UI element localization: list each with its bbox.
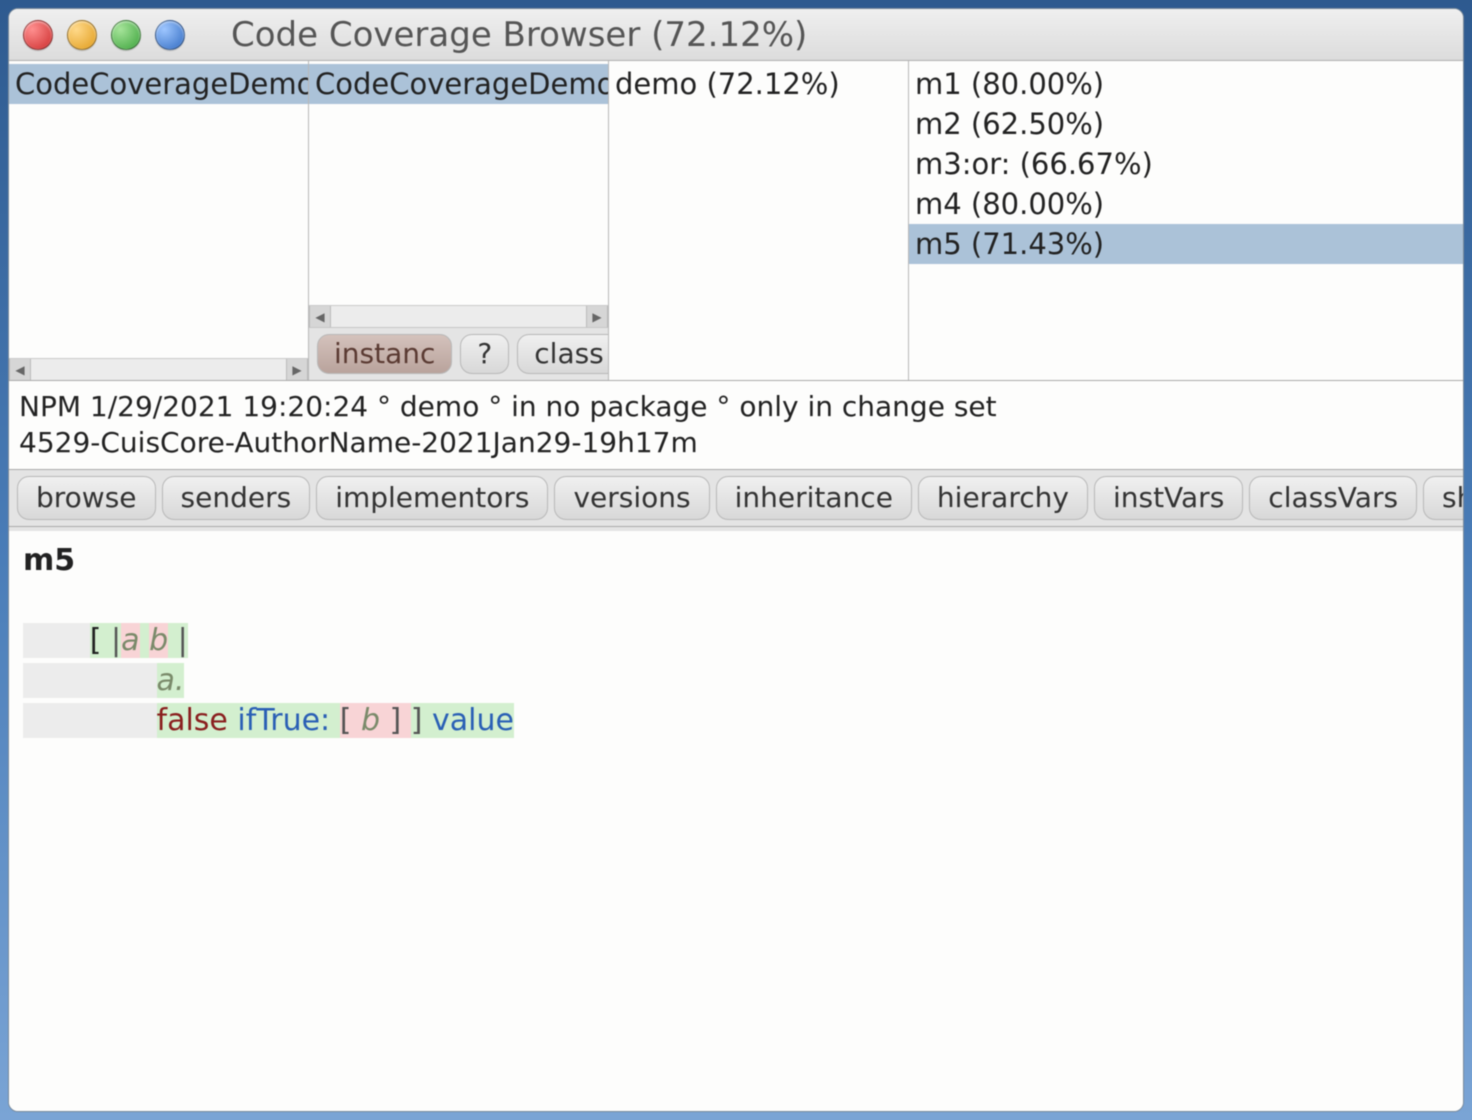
category-list[interactable]: demo (72.12%) [609, 61, 908, 380]
list-item[interactable]: CodeCoverageDemo [9, 64, 308, 104]
code-pane[interactable]: m5 [ |a b | a. false ifTrue: [ b ] ] val… [9, 527, 1463, 1111]
instvars-button[interactable]: instVars [1094, 476, 1243, 520]
close-bracket: ] [411, 703, 423, 738]
annotation-bar: NPM 1/29/2021 19:20:24 ° demo ° in no pa… [9, 381, 1463, 470]
inner-open: [ [340, 703, 361, 738]
maximize-icon[interactable] [111, 20, 141, 50]
hierarchy-button[interactable]: hierarchy [918, 476, 1088, 520]
annotation-line-2: 4529-CuisCore-AuthorName-2021Jan29-19h17… [19, 425, 1453, 461]
package-list[interactable]: CodeCoverageDemo [9, 61, 308, 358]
method-list[interactable]: m1 (80.00%) m2 (62.50%) m3:or: (66.67%) … [909, 61, 1463, 380]
class-list[interactable]: CodeCoverageDemo [309, 61, 608, 305]
var-a: a [121, 623, 139, 658]
code-line: a. [23, 661, 1449, 701]
classvars-button[interactable]: classVars [1249, 476, 1417, 520]
method-name: m5 [23, 541, 1449, 581]
browse-button[interactable]: browse [17, 476, 156, 520]
list-item[interactable]: m3:or: (66.67%) [909, 144, 1463, 184]
scroll-right-icon[interactable]: ▶ [286, 359, 308, 380]
category-pane: demo (72.12%) [609, 61, 909, 380]
class-button[interactable]: class [517, 334, 609, 374]
kw-iftrue: ifTrue: [228, 703, 340, 738]
minimize-icon[interactable] [67, 20, 97, 50]
code-line: [ |a b | [23, 621, 1449, 661]
titlebar: Code Coverage Browser (72.12%) [9, 9, 1463, 61]
class-switch: instanc ? class [309, 327, 608, 380]
list-item[interactable]: demo (72.12%) [609, 64, 908, 104]
h-scrollbar[interactable]: ◀ ▶ [309, 305, 608, 327]
help-button[interactable]: ? [460, 334, 509, 374]
kw-value: value [422, 703, 513, 738]
list-item[interactable]: m5 (71.43%) [909, 224, 1463, 264]
annotation-line-1: NPM 1/29/2021 19:20:24 ° demo ° in no pa… [19, 389, 1453, 425]
code-line [23, 581, 1449, 621]
package-pane: CodeCoverageDemo ◀ ▶ [9, 61, 309, 380]
scroll-track[interactable] [31, 359, 286, 380]
scroll-left-icon[interactable]: ◀ [9, 359, 31, 380]
code-coverage-window: Code Coverage Browser (72.12%) CodeCover… [8, 8, 1464, 1112]
list-item[interactable]: CodeCoverageDemo [309, 64, 608, 104]
implementors-button[interactable]: implementors [316, 476, 548, 520]
senders-button[interactable]: senders [162, 476, 311, 520]
var-b: b [149, 623, 168, 658]
versions-button[interactable]: versions [554, 476, 709, 520]
menu-icon[interactable] [155, 20, 185, 50]
window-title: Code Coverage Browser (72.12%) [199, 15, 1449, 55]
pipe: | [168, 623, 188, 658]
pipe: | [111, 623, 121, 658]
show-button[interactable]: show... [1423, 476, 1464, 520]
scroll-right-icon[interactable]: ▶ [586, 306, 608, 327]
scroll-left-icon[interactable]: ◀ [309, 306, 331, 327]
kw-false: false [157, 703, 228, 738]
close-icon[interactable] [23, 20, 53, 50]
class-pane: CodeCoverageDemo ◀ ▶ instanc ? class [309, 61, 609, 380]
list-item[interactable]: m2 (62.50%) [909, 104, 1463, 144]
list-item[interactable]: m4 (80.00%) [909, 184, 1463, 224]
browser-panes: CodeCoverageDemo ◀ ▶ CodeCoverageDemo ◀ … [9, 61, 1463, 381]
var-a: a. [157, 663, 185, 698]
open-bracket: [ [90, 623, 111, 658]
instance-button[interactable]: instanc [317, 334, 452, 374]
method-pane: m1 (80.00%) m2 (62.50%) m3:or: (66.67%) … [909, 61, 1463, 380]
inheritance-button[interactable]: inheritance [716, 476, 912, 520]
h-scrollbar[interactable]: ◀ ▶ [9, 358, 308, 380]
code-line: false ifTrue: [ b ] ] value [23, 701, 1449, 741]
var-b: b [361, 703, 380, 738]
inner-close: ] [380, 703, 411, 738]
scroll-track[interactable] [331, 306, 586, 327]
list-item[interactable]: m1 (80.00%) [909, 64, 1463, 104]
button-bar: browse senders implementors versions inh… [9, 470, 1463, 527]
